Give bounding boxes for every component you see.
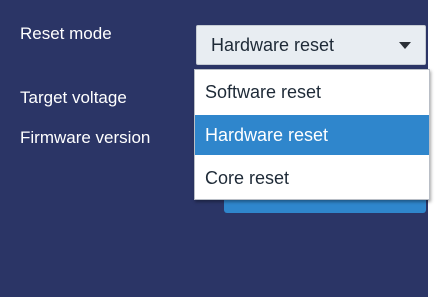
- option-core-reset[interactable]: Core reset: [195, 158, 429, 198]
- reset-mode-selected-value: Hardware reset: [211, 34, 335, 55]
- option-software-reset[interactable]: Software reset: [195, 72, 429, 112]
- reset-mode-label: Reset mode: [20, 24, 112, 43]
- target-voltage-label: Target voltage: [20, 88, 127, 107]
- firmware-version-label: Firmware version: [20, 128, 151, 147]
- settings-panel: Reset mode Target voltage Firmware versi…: [0, 0, 430, 297]
- option-hardware-reset[interactable]: Hardware reset: [195, 115, 429, 155]
- chevron-down-icon[interactable]: [399, 41, 411, 49]
- reset-mode-select[interactable]: Hardware reset: [196, 25, 426, 65]
- reset-mode-dropdown-list: Software reset Hardware reset Core reset: [194, 69, 430, 200]
